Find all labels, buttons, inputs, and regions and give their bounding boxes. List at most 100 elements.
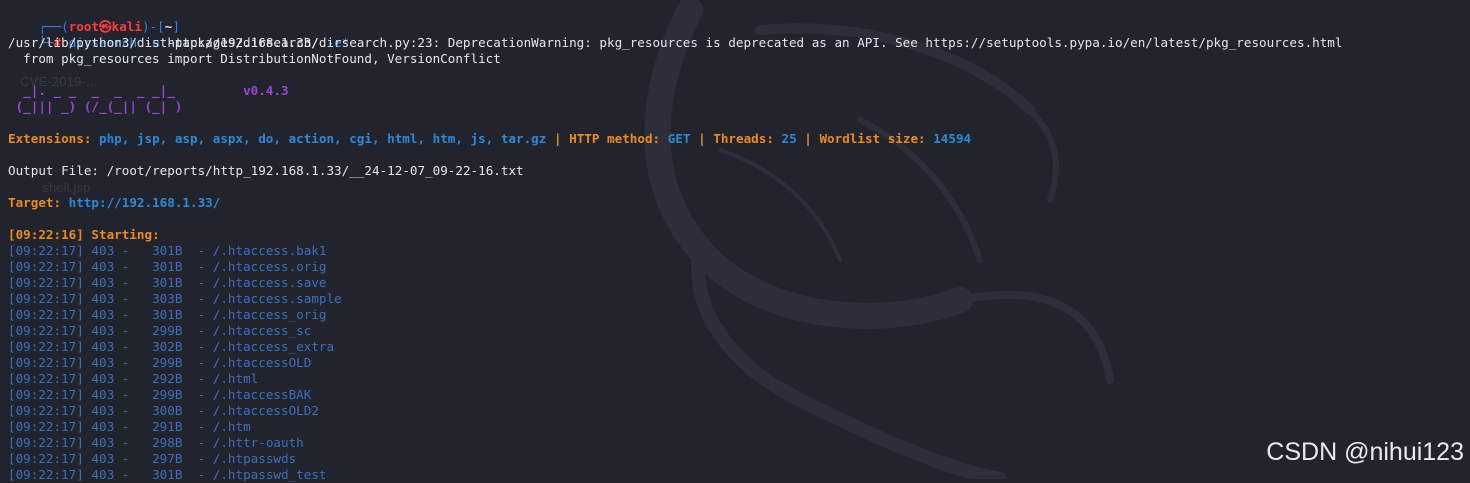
result-row: [09:22:17] 403 - 303B - /.htaccess.sampl…	[8, 291, 342, 306]
extensions-label: Extensions:	[8, 131, 92, 146]
output-file-line: Output File: /root/reports/http_192.168.…	[8, 163, 1470, 179]
result-size: 301B	[152, 467, 183, 482]
version-label: v0.4.3	[243, 83, 289, 98]
wordlist-label: Wordlist size:	[819, 131, 926, 146]
output-file-label: Output File:	[8, 163, 99, 178]
result-status: 403	[91, 307, 115, 322]
target-label: Target:	[8, 195, 62, 210]
result-status: 403	[91, 323, 115, 338]
result-time: [09:22:17]	[8, 339, 84, 354]
result-size: 301B	[152, 307, 183, 322]
result-path: /.html	[212, 371, 259, 386]
config-summary: Extensions: php, jsp, asp, aspx, do, act…	[8, 131, 1470, 147]
extensions-value: php, jsp, asp, aspx, do, action, cgi, ht…	[99, 131, 547, 146]
result-time: [09:22:17]	[8, 467, 84, 482]
result-size: 299B	[152, 387, 183, 402]
result-size: 301B	[152, 243, 183, 258]
result-status: 403	[91, 291, 115, 306]
result-time: [09:22:17]	[8, 275, 84, 290]
result-path: /.htaccessOLD2	[212, 403, 319, 418]
result-size: 299B	[152, 355, 183, 370]
warning-line: /usr/lib/python3/dist-packages/dirsearch…	[8, 35, 1343, 50]
result-size: 292B	[152, 371, 183, 386]
threads-value: 25	[781, 131, 797, 146]
result-path: /.htaccess_extra	[212, 339, 335, 354]
dirsearch-logo: (_||| _) (/_(_|| (_| )	[8, 99, 1470, 115]
result-path: /.htaccess.bak1	[212, 243, 327, 258]
result-row: [09:22:17] 403 - 301B - /.htaccess.bak1	[8, 243, 327, 258]
result-size: 301B	[152, 259, 183, 274]
result-status: 403	[91, 243, 115, 258]
result-path: /.htaccessOLD	[212, 355, 312, 370]
result-path: /.htm	[212, 419, 251, 434]
target-url: http://192.168.1.33/	[68, 195, 221, 210]
result-status: 403	[91, 355, 115, 370]
csdn-watermark: CSDN @nihui123	[1266, 438, 1464, 466]
result-time: [09:22:17]	[8, 243, 84, 258]
result-time: [09:22:17]	[8, 291, 84, 306]
scan-results: [09:22:17] 403 - 301B - /.htaccess.bak1[…	[8, 243, 1470, 483]
result-status: 403	[91, 467, 115, 482]
start-time: [09:22:16]	[8, 227, 84, 242]
result-path: /.htaccess.orig	[212, 259, 327, 274]
threads-label: Threads:	[713, 131, 774, 146]
prompt-host: kali	[111, 19, 142, 34]
result-path: /.httr-oauth	[212, 435, 304, 450]
result-size: 291B	[152, 419, 183, 434]
start-label: Starting:	[91, 227, 160, 242]
result-time: [09:22:17]	[8, 403, 84, 418]
result-path: /.htaccess.save	[212, 275, 327, 290]
result-time: [09:22:17]	[8, 435, 84, 450]
wordlist-value: 14594	[933, 131, 972, 146]
prompt-corner: ┌──(	[38, 19, 69, 34]
result-status: 403	[91, 403, 115, 418]
result-row: [09:22:17] 403 - 298B - /.httr-oauth	[8, 435, 304, 450]
result-size: 298B	[152, 435, 183, 450]
result-row: [09:22:17] 403 - 299B - /.htaccessBAK	[8, 387, 312, 402]
result-path: /.htaccessBAK	[212, 387, 312, 402]
result-time: [09:22:17]	[8, 355, 84, 370]
output-file-path: /root/reports/http_192.168.1.33/__24-12-…	[106, 163, 524, 178]
result-path: /.htaccess.sample	[212, 291, 342, 306]
result-row: [09:22:17] 403 - 300B - /.htaccessOLD2	[8, 403, 319, 418]
target-line: Target: http://192.168.1.33/	[8, 195, 1470, 211]
result-size: 297B	[152, 451, 183, 466]
result-size: 299B	[152, 323, 183, 338]
result-path: /.htpasswds	[212, 451, 297, 466]
prompt-at-symbol: ㉿	[99, 19, 112, 34]
start-line: [09:22:16] Starting:	[8, 227, 1470, 243]
result-status: 403	[91, 435, 115, 450]
terminal-output[interactable]: ┌──(root㉿kali)-[~] └─# dirsearch -u http…	[8, 3, 1470, 483]
result-time: [09:22:17]	[8, 387, 84, 402]
result-time: [09:22:17]	[8, 419, 84, 434]
prompt-bracket-close: ]	[172, 19, 180, 34]
config-separator: |	[553, 131, 562, 146]
result-row: [09:22:17] 403 - 301B - /.htpasswd_test	[8, 467, 327, 482]
result-row: [09:22:17] 403 - 301B - /.htaccess_orig	[8, 307, 327, 322]
result-row: [09:22:17] 403 - 291B - /.htm	[8, 419, 251, 434]
result-size: 301B	[152, 275, 183, 290]
result-size: 302B	[152, 339, 183, 354]
dirsearch-logo: _|. _ _ _ _ _ _|_ v0.4.3	[8, 83, 1470, 99]
result-status: 403	[91, 275, 115, 290]
result-time: [09:22:17]	[8, 307, 84, 322]
config-separator: |	[698, 131, 706, 146]
result-row: [09:22:17] 403 - 299B - /.htaccess_sc	[8, 323, 312, 338]
logo-line: _|. _ _ _ _ _ _|_	[8, 83, 175, 98]
result-path: /.htaccess_orig	[212, 307, 327, 322]
result-status: 403	[91, 451, 115, 466]
result-row: [09:22:17] 403 - 302B - /.htaccess_extra	[8, 339, 335, 354]
result-time: [09:22:17]	[8, 451, 84, 466]
result-time: [09:22:17]	[8, 323, 84, 338]
logo-line: (_||| _) (/_(_|| (_| )	[8, 99, 183, 114]
result-size: 300B	[152, 403, 183, 418]
result-row: [09:22:17] 403 - 292B - /.html	[8, 371, 259, 386]
result-status: 403	[91, 339, 115, 354]
result-row: [09:22:17] 403 - 299B - /.htaccessOLD	[8, 355, 312, 370]
method-value: GET	[667, 131, 691, 146]
warning-line: from pkg_resources import DistributionNo…	[8, 51, 501, 66]
command-line: └─# dirsearch -u http://192.168.1.33/ -e…	[8, 19, 1470, 50]
prompt-user: root	[68, 19, 100, 34]
result-row: [09:22:17] 403 - 301B - /.htaccess.save	[8, 275, 327, 290]
prompt-separator: )-[	[141, 19, 165, 34]
